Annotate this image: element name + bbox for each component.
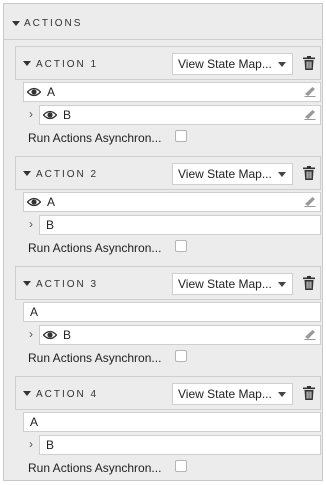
action-group-3: ACTION 3 View State Map... A › B Run Act…: [15, 266, 321, 373]
action-type-select[interactable]: View State Map...: [172, 273, 293, 295]
caret-down-icon[interactable]: [23, 61, 31, 66]
action-type-select[interactable]: View State Map...: [172, 383, 293, 405]
action-header[interactable]: ACTION 1 View State Map...: [15, 46, 321, 80]
chevron-right-icon[interactable]: ›: [29, 104, 33, 124]
eraser-icon[interactable]: [304, 110, 316, 120]
field-value: A: [30, 305, 39, 319]
action-title: ACTION 3: [36, 279, 99, 290]
eraser-icon[interactable]: [304, 197, 316, 207]
action-header[interactable]: ACTION 2 View State Map...: [15, 156, 321, 190]
run-async-label: Run Actions Asynchron...: [28, 351, 162, 365]
field-value: A: [30, 415, 39, 429]
run-async-checkbox[interactable]: [175, 240, 187, 252]
caret-down-icon[interactable]: [23, 171, 31, 176]
eye-icon[interactable]: [43, 329, 57, 341]
field-value: B: [46, 218, 55, 232]
field-value: B: [63, 328, 72, 342]
parameter-field-a[interactable]: A: [23, 412, 321, 432]
action-header[interactable]: ACTION 4 View State Map...: [15, 376, 321, 410]
dropdown-caret-icon: [278, 172, 286, 177]
action-type-select[interactable]: View State Map...: [172, 163, 293, 185]
parameter-field-a[interactable]: A: [23, 302, 321, 322]
run-async-checkbox[interactable]: [175, 350, 187, 362]
field-value: A: [47, 85, 56, 99]
actions-panel: ACTIONS ACTION 1 View State Map... A › B…: [3, 3, 323, 481]
dropdown-caret-icon: [278, 282, 286, 287]
action-type-select[interactable]: View State Map...: [172, 53, 293, 75]
eraser-icon[interactable]: [304, 87, 316, 97]
eye-icon[interactable]: [43, 109, 57, 121]
action-group-1: ACTION 1 View State Map... A › B Run Act…: [15, 46, 321, 153]
caret-down-icon[interactable]: [12, 21, 20, 26]
parameter-field-b[interactable]: B: [39, 105, 321, 125]
action-title: ACTION 4: [36, 389, 99, 400]
action-group-2: ACTION 2 View State Map... A › B Run Act…: [15, 156, 321, 263]
trash-icon[interactable]: [303, 166, 315, 180]
eraser-icon[interactable]: [304, 330, 316, 340]
trash-icon[interactable]: [303, 386, 315, 400]
chevron-right-icon[interactable]: ›: [29, 324, 33, 344]
field-value: B: [46, 438, 55, 452]
run-async-label: Run Actions Asynchron...: [28, 461, 162, 475]
chevron-right-icon[interactable]: ›: [29, 214, 33, 234]
run-async-checkbox[interactable]: [175, 130, 187, 142]
field-value: A: [47, 195, 56, 209]
caret-down-icon[interactable]: [23, 281, 31, 286]
chevron-right-icon[interactable]: ›: [29, 434, 33, 454]
trash-icon[interactable]: [303, 276, 315, 290]
eye-icon[interactable]: [27, 196, 41, 208]
run-async-label: Run Actions Asynchron...: [28, 131, 162, 145]
action-header[interactable]: ACTION 3 View State Map...: [15, 266, 321, 300]
run-async-checkbox[interactable]: [175, 460, 187, 472]
parameter-field-a[interactable]: A: [23, 192, 321, 212]
parameter-field-b[interactable]: B: [39, 215, 321, 235]
eye-icon[interactable]: [27, 86, 41, 98]
parameter-field-b[interactable]: B: [39, 325, 321, 345]
parameter-field-b[interactable]: B: [39, 435, 321, 455]
dropdown-caret-icon: [278, 392, 286, 397]
action-title: ACTION 2: [36, 169, 99, 180]
action-title: ACTION 1: [36, 59, 99, 70]
run-async-label: Run Actions Asynchron...: [28, 241, 162, 255]
action-group-4: ACTION 4 View State Map... A › B Run Act…: [15, 376, 321, 483]
trash-icon[interactable]: [303, 56, 315, 70]
dropdown-caret-icon: [278, 62, 286, 67]
caret-down-icon[interactable]: [23, 391, 31, 396]
actions-panel-title: ACTIONS: [24, 18, 83, 29]
parameter-field-a[interactable]: A: [23, 82, 321, 102]
field-value: B: [63, 108, 72, 122]
actions-panel-header[interactable]: ACTIONS: [4, 4, 322, 40]
